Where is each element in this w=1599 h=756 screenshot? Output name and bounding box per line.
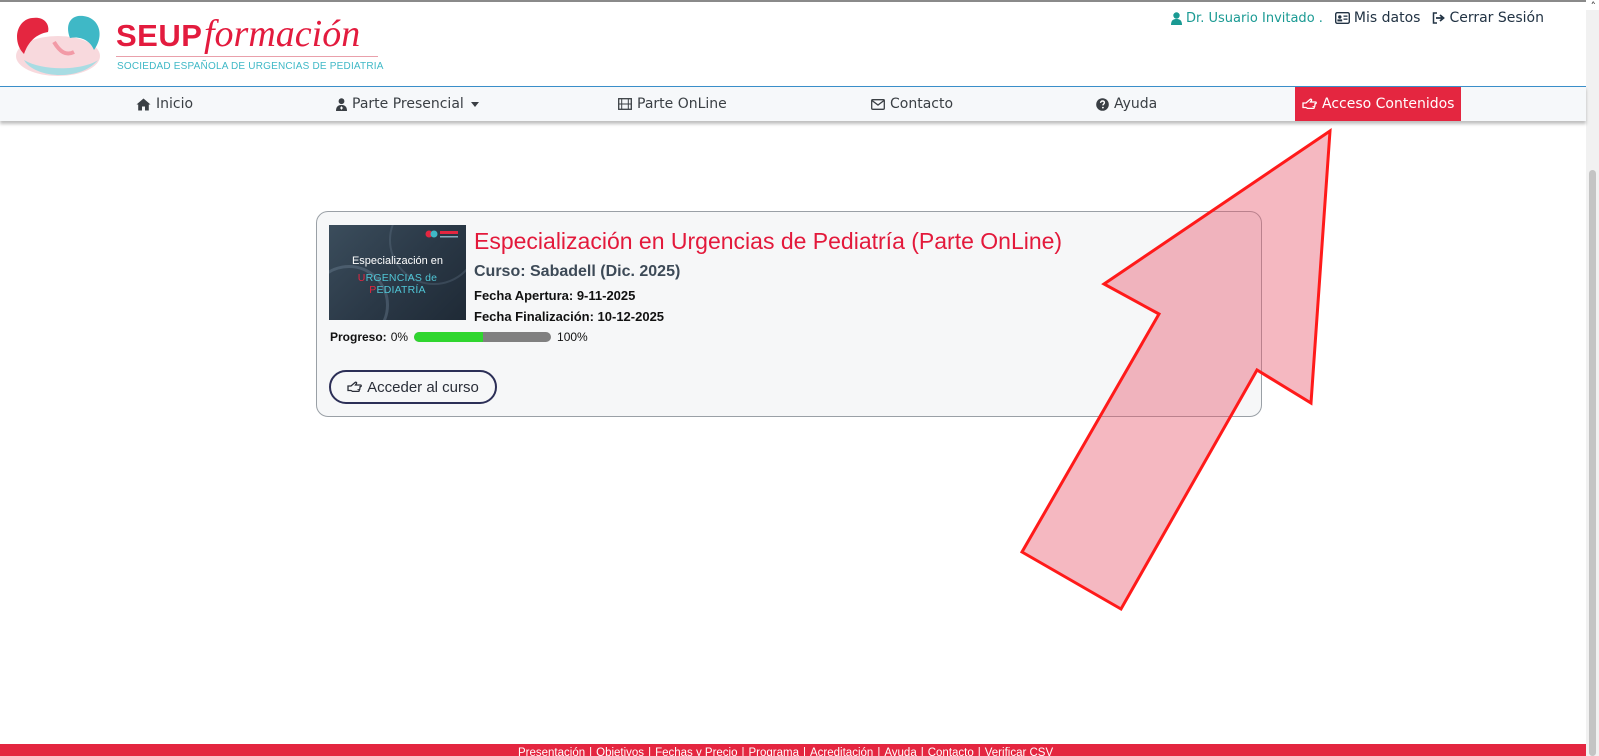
logo-brand-text: SEUP (116, 18, 203, 53)
user-menu: Dr. Usuario Invitado . Mis datos Cerrar … (1171, 10, 1544, 26)
user-icon (1171, 11, 1183, 25)
page-scrollbar[interactable] (1586, 10, 1599, 756)
main-navigation: Inicio Parte Presencial Parte OnLine Con… (0, 86, 1586, 121)
id-card-icon (1334, 12, 1350, 24)
film-icon (618, 98, 632, 110)
mini-logo-icon (425, 230, 458, 238)
acceder-al-curso-label: Acceder al curso (367, 378, 479, 396)
nav-item-acceso-contenidos[interactable]: Acceso Contenidos (1295, 87, 1462, 121)
course-subtitle: Curso: Sabadell (Dic. 2025) (474, 263, 681, 280)
course-thumbnail[interactable]: Especialización en URGENCIAS de PEDIATRÍ… (329, 225, 466, 320)
progress-label: Progreso: (330, 330, 387, 344)
footer-separator: | (877, 747, 881, 756)
question-circle-icon (1096, 97, 1109, 111)
course-progress: Progreso: 0% 100% (330, 330, 588, 344)
site-header: SEUP formación SOCIEDAD ESPAÑOLA DE URGE… (0, 2, 1586, 87)
footer-separator: | (803, 747, 807, 756)
seup-logo[interactable]: SEUP formación SOCIEDAD ESPAÑOLA DE URGE… (14, 12, 384, 80)
nav-item-contacto[interactable]: Contacto (871, 87, 953, 121)
nav-item-ayuda[interactable]: Ayuda (1096, 87, 1157, 121)
hand-pointer-icon (347, 381, 363, 392)
sign-out-icon (1433, 12, 1446, 24)
footer-link[interactable]: Objetivos (596, 747, 644, 756)
course-opening-date: Fecha Apertura: 9-11-2025 (474, 288, 636, 303)
cerrar-sesion-label: Cerrar Sesión (1449, 10, 1544, 26)
thumbnail-title-line1: Especialización en (351, 255, 444, 267)
footer-link[interactable]: Verificar CSV (985, 747, 1053, 756)
course-closing-date: Fecha Finalización: 10-12-2025 (474, 309, 665, 324)
nav-item-inicio-label: Inicio (156, 96, 194, 112)
footer-separator: | (977, 747, 981, 756)
nav-item-acceso-contenidos-label: Acceso Contenidos (1322, 96, 1455, 112)
progress-bar (414, 332, 552, 342)
progress-min-label: 0% (390, 330, 409, 344)
thumbnail-title-line2: URGENCIAS de PEDIATRÍA (357, 272, 438, 296)
envelope-icon (871, 98, 885, 110)
scrollbar-thumb[interactable] (1589, 170, 1596, 756)
logo-script-text: formación (204, 13, 361, 55)
footer-link[interactable]: Presentación (518, 747, 585, 756)
footer-link[interactable]: Acreditación (810, 747, 873, 756)
site-footer: Presentación | Objetivos | Fechas y Precio | P… (0, 744, 1586, 756)
logo-subtitle: SOCIEDAD ESPAÑOLA DE URGENCIAS DE PEDIAT… (117, 61, 384, 72)
nav-item-parte-presencial-label: Parte Presencial (352, 96, 464, 112)
current-user-name: Dr. Usuario Invitado . (1186, 10, 1323, 26)
progress-max-label: 100% (557, 330, 588, 344)
acceder-al-curso-button[interactable]: Acceder al curso (329, 370, 497, 404)
nav-item-inicio[interactable]: Inicio (136, 87, 193, 121)
progress-bar-fill (414, 332, 483, 342)
course-title: Especialización en Urgencias de Pediatrí… (474, 228, 1063, 254)
footer-separator: | (920, 747, 924, 756)
course-card: Especialización en URGENCIAS de PEDIATRÍ… (316, 211, 1262, 417)
footer-separator: | (589, 747, 593, 756)
chevron-down-icon (470, 101, 479, 107)
footer-links: Presentación | Objetivos | Fechas y Precio | P… (518, 747, 1053, 756)
logo-divider (116, 56, 378, 57)
mis-datos-label: Mis datos (1353, 10, 1421, 26)
hand-pointer-icon (1302, 98, 1317, 109)
footer-link[interactable]: Fechas y Precio (655, 747, 737, 756)
footer-link[interactable]: Programa (749, 747, 800, 756)
footer-link[interactable]: Ayuda (884, 747, 916, 756)
nav-item-parte-presencial[interactable]: Parte Presencial (336, 87, 479, 121)
nav-item-contacto-label: Contacto (890, 96, 954, 112)
user-md-icon (336, 97, 347, 111)
cerrar-sesion-link[interactable]: Cerrar Sesión (1432, 10, 1544, 26)
home-icon (136, 98, 151, 110)
nav-item-parte-online-label: Parte OnLine (637, 96, 727, 112)
nav-item-ayuda-label: Ayuda (1114, 96, 1158, 112)
seup-logo-icon (16, 15, 100, 76)
current-user: Dr. Usuario Invitado . (1171, 11, 1323, 26)
footer-separator: | (648, 747, 652, 756)
mis-datos-link[interactable]: Mis datos (1334, 10, 1421, 26)
footer-separator: | (741, 747, 745, 756)
nav-item-parte-online[interactable]: Parte OnLine (618, 87, 727, 121)
footer-link[interactable]: Contacto (928, 747, 974, 756)
